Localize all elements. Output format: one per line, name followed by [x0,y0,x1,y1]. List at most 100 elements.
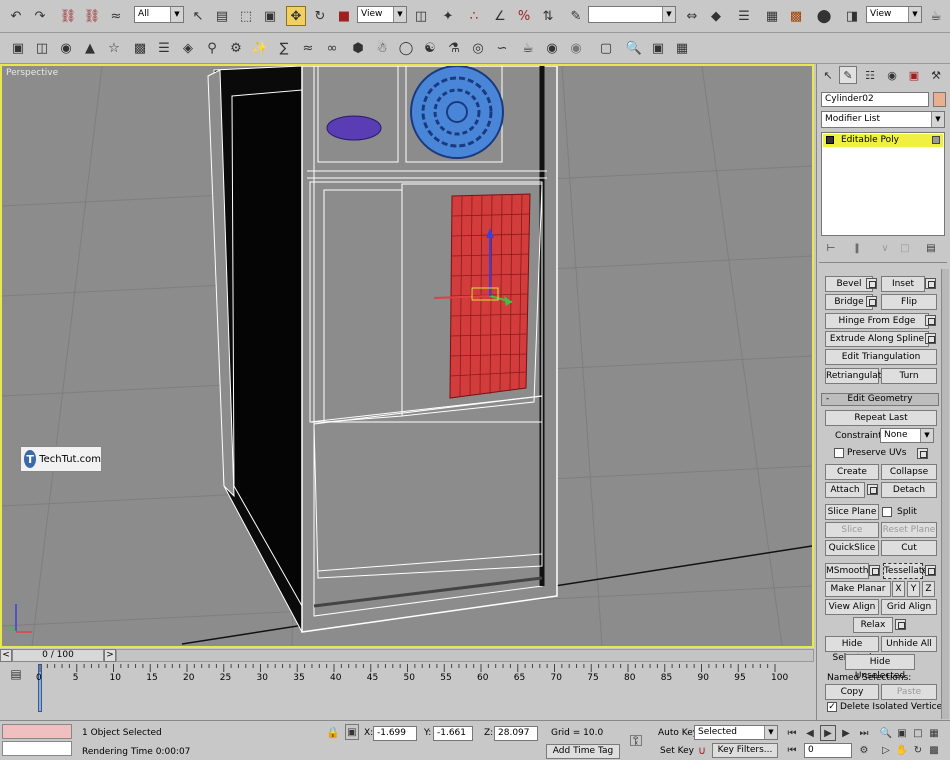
create-tube-icon[interactable]: ◯ [396,38,416,58]
edit-geometry-rollout-header[interactable]: - Edit Geometry [821,393,939,406]
maximize-viewport-icon[interactable]: ▩ [926,742,942,758]
render-scene-icon[interactable]: ◨ [842,6,862,26]
relax-settings-icon[interactable] [895,619,906,630]
set-key-label[interactable]: Set Key [660,744,694,759]
key-filter-icon[interactable]: ∪ [694,742,710,758]
create-gengon-icon[interactable]: ⬢ [348,38,368,58]
create-star-icon[interactable]: ☆ [104,38,124,58]
grid-align-button[interactable]: Grid Align [881,599,937,615]
pivot-center-icon[interactable]: ◫ [411,6,431,26]
curve-editor-icon[interactable]: ▦ [762,6,782,26]
time-slider[interactable]: 0 / 100 [12,649,104,662]
msmooth-settings-icon[interactable] [869,565,880,576]
create-cone-icon[interactable]: ▲ [80,38,100,58]
track-bar-icon[interactable]: ▤ [6,664,26,684]
create-box-icon[interactable]: ▣ [8,38,28,58]
msmooth-button[interactable]: MSmooth [825,563,869,579]
reference-coordinate-dropdown[interactable]: View ▼ [357,6,407,23]
hinge-from-edge-button[interactable]: Hinge From Edge [825,313,929,329]
render-frame-icon[interactable]: ▢ [596,38,616,58]
create-hedra-icon[interactable]: ◈ [178,38,198,58]
create-stack-icon[interactable]: ☰ [154,38,174,58]
unhide-all-button[interactable]: Unhide All [881,636,937,652]
select-and-scale-icon[interactable]: ■ [334,6,354,26]
snaps-toggle-icon[interactable]: ∴ [464,6,484,26]
show-end-result-icon[interactable]: ‖ [847,238,867,258]
create-tab-icon[interactable]: ↖ [819,66,837,84]
remove-modifier-icon[interactable]: □ [895,238,915,258]
select-by-name-icon[interactable]: ▤ [212,6,232,26]
create-light-icon[interactable]: ✨ [250,38,270,58]
key-mode-toggle-icon[interactable]: ⏮ [784,742,800,758]
quickslice-button[interactable]: QuickSlice [825,540,879,556]
create-key-icon[interactable]: ⚲ [202,38,222,58]
previous-frame-icon[interactable]: ◀ [802,725,818,741]
time-configuration-icon[interactable]: ⚙ [856,742,872,758]
z-coord-field[interactable]: 28.097 [494,726,538,741]
select-manipulate-icon[interactable]: ✦ [438,6,458,26]
retriangulate-button[interactable]: Retriangulate [825,368,887,384]
spinner-snap-icon[interactable]: ⇅ [538,6,558,26]
select-and-move-icon[interactable]: ✥ [286,6,306,26]
preserve-uvs-settings-icon[interactable] [917,448,928,459]
edit-named-selections-icon[interactable]: ✎ [566,6,586,26]
select-and-link-icon[interactable]: ⛓ [58,6,78,26]
create-cylinder-icon[interactable]: ◫ [32,38,52,58]
motion-tab-icon[interactable]: ◉ [883,66,901,84]
inset-settings-icon[interactable] [925,278,936,289]
modifier-list-dropdown[interactable]: Modifier List ▼ [821,111,945,128]
create-bone-icon[interactable]: ☯ [420,38,440,58]
create-line-icon[interactable]: ∽ [492,38,512,58]
absolute-mode-icon[interactable]: ▣ [345,724,359,740]
mirror-icon[interactable]: ⇔ [682,6,702,26]
y-coord-field[interactable]: -1.661 [433,726,473,741]
create-torus-icon[interactable]: ◎ [468,38,488,58]
detach-button[interactable]: Detach [881,482,937,498]
selection-filter-dropdown[interactable]: All ▼ [134,6,184,23]
select-and-rotate-icon[interactable]: ↻ [310,6,330,26]
panel-scrollbar[interactable] [941,269,949,719]
zoom-all-icon[interactable]: ▣ [894,725,910,741]
angle-snap-icon[interactable]: ∠ [490,6,510,26]
stack-item-editable-poly[interactable]: Editable Poly [823,134,943,147]
time-prev-button[interactable]: < [0,649,12,662]
delete-isolated-checkbox[interactable]: ✓ [827,702,837,712]
collapse-button[interactable]: Collapse [881,464,937,480]
slice-button[interactable]: Slice [825,522,879,538]
material-editor-icon[interactable]: ⬤ [814,6,834,26]
pin-stack-icon[interactable]: ⊢ [821,238,841,258]
tessellate-settings-icon[interactable] [925,565,936,576]
object-name-field[interactable]: Cylinder02 [821,92,929,107]
named-selection-sets-dropdown[interactable]: ▼ [588,6,676,23]
zoom-region-icon[interactable]: 🔍 [624,38,644,58]
create-teapot-icon[interactable]: ☕ [518,38,538,58]
copy-button[interactable]: Copy [825,684,879,700]
repeat-last-button[interactable]: Repeat Last [825,410,937,426]
turn-button[interactable]: Turn [881,368,937,384]
schematic-view-icon[interactable]: ▩ [786,6,806,26]
attach-settings-icon[interactable] [867,484,878,495]
cut-button[interactable]: Cut [881,540,937,556]
make-planar-button[interactable]: Make Planar [825,581,891,597]
unlink-icon[interactable]: ⛓ [82,6,102,26]
create-sphere-icon[interactable]: ◉ [56,38,76,58]
goto-end-icon[interactable]: ⏭ [856,725,872,741]
auto-key-label[interactable]: Auto Key [658,726,698,741]
next-frame-icon[interactable]: ▶ [838,725,854,741]
extrude-along-spline-button[interactable]: Extrude Along Spline [825,331,929,347]
key-filters-button[interactable]: Key Filters... [712,743,778,758]
create-geosphere-icon[interactable]: ◉ [566,38,586,58]
select-object-icon[interactable]: ↖ [188,6,208,26]
make-planar-z-button[interactable]: Z [922,581,935,597]
make-unique-icon[interactable]: ∨ [875,238,895,258]
undo-icon[interactable]: ↶ [6,6,26,26]
time-next-button[interactable]: > [104,649,116,662]
render-type-dropdown[interactable]: View ▼ [866,6,922,23]
tessellate-button[interactable]: Tessellate [883,563,928,579]
perspective-viewport[interactable]: Perspective T TechTut.com [0,64,814,648]
stack-expand-icon[interactable] [826,136,834,144]
extrude-spline-settings-icon[interactable] [925,333,936,344]
attach-button[interactable]: Attach [825,482,865,498]
utilities-tab-icon[interactable]: ⚒ [927,66,945,84]
maxscript-listener-white[interactable] [2,741,72,756]
